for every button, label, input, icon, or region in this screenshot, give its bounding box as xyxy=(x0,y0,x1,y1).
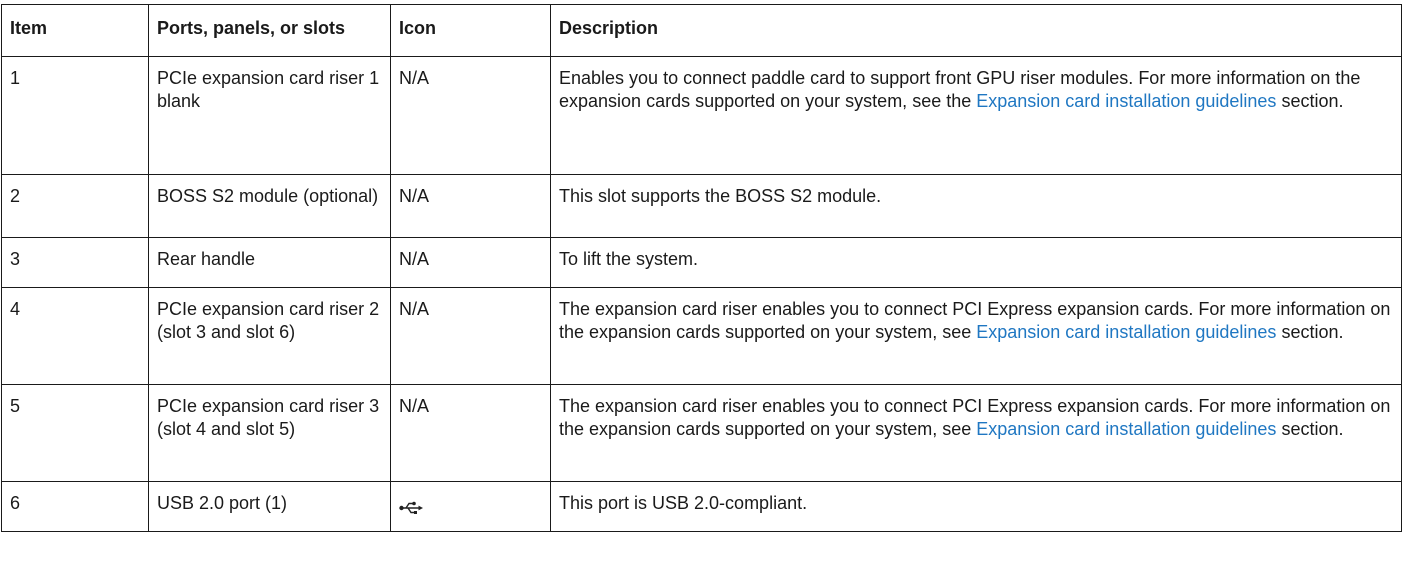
ports-table: Item Ports, panels, or slots Icon Descri… xyxy=(1,4,1402,532)
item-number: 3 xyxy=(1,237,149,288)
description: The expansion card riser enables you to … xyxy=(550,287,1402,385)
expansion-card-guidelines-link[interactable]: Expansion card installation guidelines xyxy=(976,91,1276,111)
header-icon: Icon xyxy=(390,4,551,57)
table-row: 6 USB 2.0 port (1) This port is USB 2.0-… xyxy=(1,481,1402,532)
description: The expansion card riser enables you to … xyxy=(550,384,1402,482)
description: This slot supports the BOSS S2 module. xyxy=(550,174,1402,238)
header-item: Item xyxy=(1,4,149,57)
description: This port is USB 2.0-compliant. xyxy=(550,481,1402,532)
description-text: section. xyxy=(1276,91,1344,111)
icon-cell: N/A xyxy=(390,287,551,385)
header-ports: Ports, panels, or slots xyxy=(148,4,391,57)
port-name: PCIe expansion card riser 2 (slot 3 and … xyxy=(148,287,391,385)
port-name: BOSS S2 module (optional) xyxy=(148,174,391,238)
port-name: PCIe expansion card riser 3 (slot 4 and … xyxy=(148,384,391,482)
icon-cell: N/A xyxy=(390,384,551,482)
header-description: Description xyxy=(550,4,1402,57)
port-name: USB 2.0 port (1) xyxy=(148,481,391,532)
description-text: section. xyxy=(1276,419,1344,439)
expansion-card-guidelines-link[interactable]: Expansion card installation guidelines xyxy=(976,419,1276,439)
port-name: Rear handle xyxy=(148,237,391,288)
table-row: 5 PCIe expansion card riser 3 (slot 4 an… xyxy=(1,384,1402,482)
table-row: 4 PCIe expansion card riser 2 (slot 3 an… xyxy=(1,287,1402,385)
port-name: PCIe expansion card riser 1 blank xyxy=(148,56,391,175)
description-text: section. xyxy=(1276,322,1344,342)
icon-cell: N/A xyxy=(390,237,551,288)
icon-cell xyxy=(390,481,551,532)
table-row: 1 PCIe expansion card riser 1 blank N/A … xyxy=(1,56,1402,175)
icon-cell: N/A xyxy=(390,56,551,175)
table-row: 2 BOSS S2 module (optional) N/A This slo… xyxy=(1,174,1402,238)
description: To lift the system. xyxy=(550,237,1402,288)
item-number: 5 xyxy=(1,384,149,482)
icon-cell: N/A xyxy=(390,174,551,238)
item-number: 1 xyxy=(1,56,149,175)
expansion-card-guidelines-link[interactable]: Expansion card installation guidelines xyxy=(976,322,1276,342)
table-header-row: Item Ports, panels, or slots Icon Descri… xyxy=(1,4,1402,57)
usb-icon xyxy=(399,498,423,521)
description: Enables you to connect paddle card to su… xyxy=(550,56,1402,175)
item-number: 4 xyxy=(1,287,149,385)
item-number: 6 xyxy=(1,481,149,532)
table-row: 3 Rear handle N/A To lift the system. xyxy=(1,237,1402,288)
item-number: 2 xyxy=(1,174,149,238)
